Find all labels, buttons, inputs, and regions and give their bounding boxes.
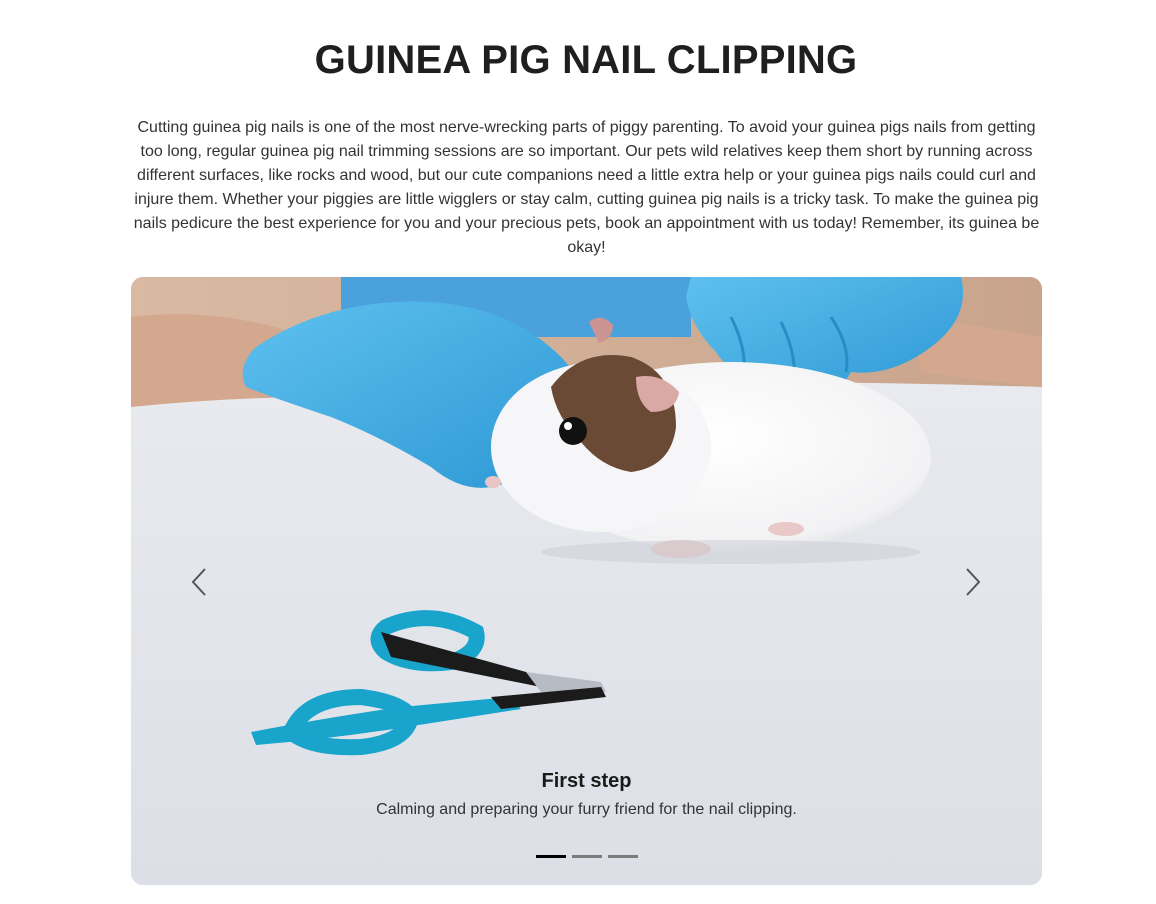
page-title: GUINEA PIG NAIL CLIPPING bbox=[314, 38, 858, 82]
carousel-indicator-3[interactable] bbox=[607, 855, 638, 858]
carousel-prev-button[interactable] bbox=[169, 547, 229, 617]
chevron-left-icon bbox=[191, 568, 206, 596]
carousel-next-button[interactable] bbox=[943, 547, 1003, 617]
slide-caption-title: First step bbox=[541, 770, 632, 792]
carousel-indicator-2[interactable] bbox=[571, 855, 602, 858]
carousel-indicators bbox=[131, 855, 1042, 858]
intro-paragraph: Cutting guinea pig nails is one of the m… bbox=[133, 119, 1040, 256]
chevron-right-icon bbox=[966, 568, 981, 596]
carousel-indicator-1[interactable] bbox=[535, 855, 566, 858]
slide-caption-text: Calming and preparing your furry friend … bbox=[376, 801, 797, 818]
slide-caption: First step Calming and preparing your fu… bbox=[131, 770, 1042, 819]
image-carousel: First step Calming and preparing your fu… bbox=[131, 277, 1042, 885]
